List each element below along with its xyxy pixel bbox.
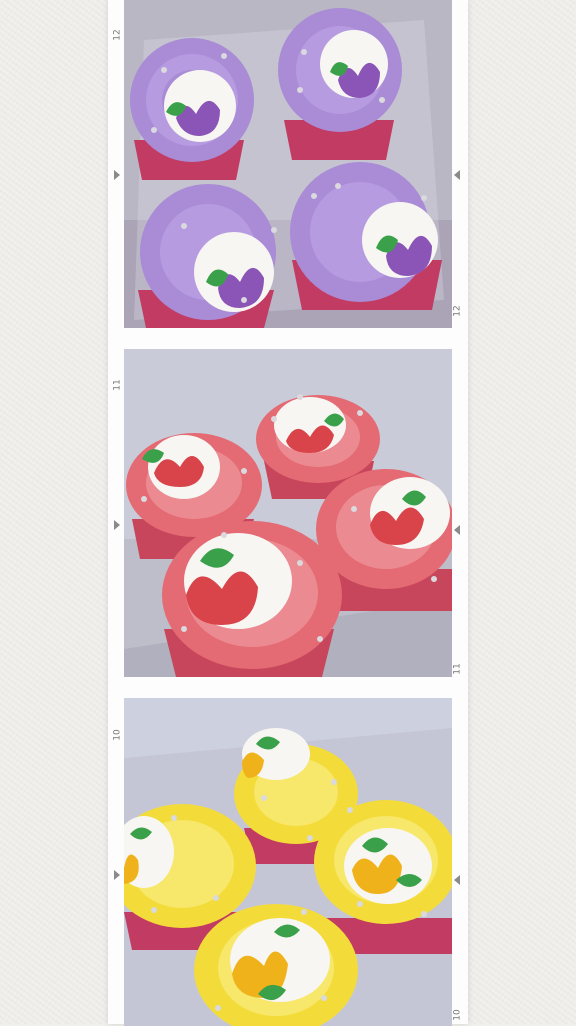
frame-number-right-1: 12 [452, 305, 463, 317]
cupcake [130, 38, 254, 180]
frame-number-right-2: 11 [452, 663, 463, 675]
cupcake [138, 184, 276, 328]
cupcake [162, 521, 342, 677]
frame-number-left-1: 12 [112, 29, 123, 41]
film-marker-left [114, 170, 120, 180]
film-marker-right [454, 875, 460, 885]
cupcakes-photo-pink [124, 349, 452, 677]
film-marker-right [454, 525, 460, 535]
frame-number-left-2: 11 [112, 379, 123, 391]
film-marker-left [114, 870, 120, 880]
film-marker-left [114, 520, 120, 530]
film-marker-right [454, 170, 460, 180]
photo-frame-yellow [124, 698, 452, 1026]
photo-frame-pink [124, 349, 452, 677]
cupcakes-photo-purple [124, 0, 452, 328]
photo-frame-purple [124, 0, 452, 328]
cupcakes-photo-yellow [124, 698, 452, 1026]
frame-number-left-3: 10 [112, 729, 123, 741]
frame-number-right-3: 10 [452, 1009, 463, 1021]
cupcake [278, 8, 402, 160]
